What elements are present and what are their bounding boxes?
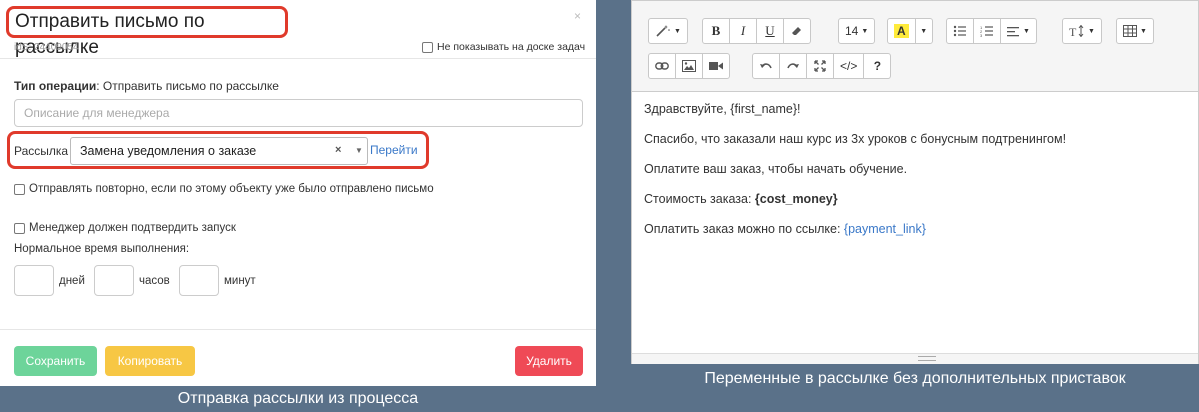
hours-label: часов: [139, 275, 170, 287]
minutes-input[interactable]: [179, 265, 219, 296]
send-mailing-dialog: Отправить письмо по рассылке × idS: 2440…: [0, 0, 596, 386]
copy-button[interactable]: Копировать: [105, 346, 195, 376]
bold-button[interactable]: B: [702, 18, 730, 44]
operation-type-value: : Отправить письмо по рассылке: [96, 79, 279, 93]
divider: [0, 58, 596, 59]
link-button[interactable]: [648, 53, 676, 79]
mailing-select[interactable]: Замена уведомления о заказе: [70, 137, 368, 165]
resend-label: Отправлять повторно, если по этому объек…: [29, 183, 434, 195]
pay-order-line: Оплатите ваш заказ, чтобы начать обучени…: [644, 162, 908, 176]
minutes-label: минут: [224, 275, 256, 287]
undo-icon: [760, 63, 772, 69]
help-icon: ?: [873, 59, 882, 73]
video-icon: [709, 62, 723, 70]
undo-button[interactable]: [752, 53, 780, 79]
delete-button[interactable]: Удалить: [515, 346, 583, 376]
hours-input[interactable]: [94, 265, 134, 296]
rich-text-editor: ▼ B I U 14 ▼ A ▼ 123 ▼ T ▼ ▼ </> ? Здрав…: [631, 0, 1199, 364]
editor-content[interactable]: Здравствуйте, {first_name}! Спасибо, что…: [644, 101, 1066, 251]
editor-toolbar: ▼ B I U 14 ▼ A ▼ 123 ▼ T ▼ ▼ </> ?: [632, 1, 1198, 92]
normal-time-label: Нормальное время выполнения:: [14, 243, 190, 255]
italic-button[interactable]: I: [729, 18, 757, 44]
redo-button[interactable]: [779, 53, 807, 79]
font-size-value: 14: [845, 24, 859, 38]
save-button[interactable]: Сохранить: [14, 346, 97, 376]
operation-type: Тип операции: Отправить письмо по рассыл…: [14, 79, 279, 93]
hide-from-board-checkbox[interactable]: Не показывать на доске задач: [422, 41, 585, 53]
underline-button[interactable]: U: [756, 18, 784, 44]
chevron-down-icon: ▼: [861, 27, 869, 35]
code-view-button[interactable]: </>: [833, 53, 865, 79]
payment-link-line: Оплатить заказ можно по ссылке: {payment…: [644, 221, 1066, 238]
align-button[interactable]: ▼: [1000, 18, 1037, 44]
magic-wand-icon: [656, 25, 670, 37]
dialog-title: Отправить письмо по рассылке: [6, 6, 288, 58]
order-cost-label: Стоимость заказа:: [644, 192, 755, 206]
divider: [0, 329, 596, 330]
font-size-select[interactable]: 14 ▼: [838, 18, 876, 44]
eraser-button[interactable]: [783, 18, 811, 44]
manager-description-input[interactable]: Описание для менеджера: [14, 99, 583, 127]
text-height-button[interactable]: T ▼: [1062, 18, 1102, 44]
manager-confirm-label: Менеджер должен подтвердить запуск: [29, 222, 236, 234]
clear-icon[interactable]: ×: [335, 144, 341, 156]
numbered-list-button[interactable]: 123: [973, 18, 1001, 44]
text-color-dropdown[interactable]: ▼: [914, 18, 933, 44]
caption-left: Отправка рассылки из процесса: [177, 390, 419, 407]
operation-type-label: Тип операции: [14, 79, 97, 93]
payment-link-label: Оплатить заказ можно по ссылке:: [644, 222, 844, 236]
table-icon: [1123, 25, 1137, 37]
help-button[interactable]: ?: [863, 53, 892, 79]
chevron-down-icon: ▼: [1023, 27, 1030, 35]
resize-grip-icon[interactable]: [918, 356, 936, 361]
cost-money-variable: {cost_money}: [754, 192, 838, 206]
days-label: дней: [59, 275, 85, 287]
chevron-down-icon: ▼: [920, 27, 928, 35]
go-to-mailing-link[interactable]: Перейти: [370, 143, 418, 157]
magic-wand-button[interactable]: ▼: [648, 18, 688, 44]
chevron-down-icon: ▼: [1140, 27, 1147, 35]
image-icon: [682, 60, 696, 72]
text-height-icon: T: [1069, 25, 1084, 37]
days-input[interactable]: [14, 265, 54, 296]
table-button[interactable]: ▼: [1116, 18, 1154, 44]
bullet-list-button[interactable]: [946, 18, 974, 44]
align-left-icon: [1007, 26, 1019, 36]
checkbox-icon[interactable]: [14, 183, 25, 195]
chevron-down-icon: ▼: [1088, 27, 1095, 35]
link-icon: [655, 62, 669, 70]
svg-text:T: T: [1069, 25, 1077, 37]
checkbox-icon[interactable]: [14, 222, 25, 234]
resend-checkbox[interactable]: Отправлять повторно, если по этому объек…: [14, 183, 434, 195]
fullscreen-button[interactable]: [806, 53, 834, 79]
thanks-line: Спасибо, что заказали наш курс из 3х уро…: [644, 132, 1067, 146]
payment-link-variable[interactable]: {payment_link}: [844, 222, 926, 236]
code-icon: </>: [840, 59, 858, 73]
order-cost-line: Стоимость заказа: {cost_money}: [644, 191, 1066, 208]
close-icon[interactable]: ×: [574, 9, 581, 23]
process-ids: idS: 24409054: [14, 42, 79, 53]
hide-from-board-label: Не показывать на доске задач: [437, 41, 586, 53]
checkbox-icon[interactable]: [422, 41, 433, 53]
color-letter-icon: A: [894, 24, 909, 38]
video-button[interactable]: [702, 53, 730, 79]
caption-right: Переменные в рассылке без дополнительных…: [704, 370, 1126, 387]
eraser-icon: [792, 27, 801, 35]
bullet-list-icon: [953, 25, 966, 37]
greeting-line: Здравствуйте, {first_name}!: [644, 102, 801, 116]
fullscreen-icon: [814, 60, 826, 72]
svg-text:3: 3: [980, 33, 983, 37]
numbered-list-icon: 123: [980, 25, 993, 37]
manager-confirm-checkbox[interactable]: Менеджер должен подтвердить запуск: [14, 222, 236, 234]
image-button[interactable]: [675, 53, 703, 79]
redo-icon: [787, 63, 799, 69]
text-color-button[interactable]: A: [887, 18, 916, 44]
editor-resize-bar[interactable]: [632, 353, 1198, 364]
mailing-label: Рассылка: [14, 144, 69, 158]
chevron-down-icon[interactable]: ▼: [355, 146, 363, 155]
chevron-down-icon: ▼: [674, 27, 681, 35]
